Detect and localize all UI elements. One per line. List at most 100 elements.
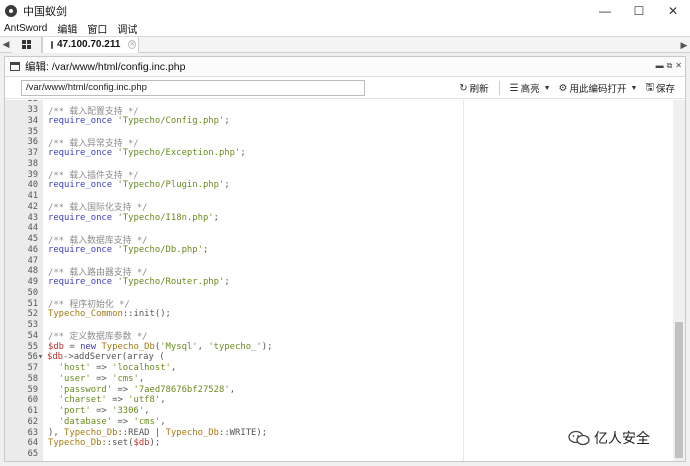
code-token: 'cms': [112, 373, 139, 384]
code-token: =>: [112, 395, 129, 406]
code-line: 49 require_once 'Typecho/Router.php';: [5, 277, 673, 288]
code-line: 34 require_once 'Typecho/Config.php';: [5, 116, 673, 127]
menu-edit[interactable]: 编辑: [52, 21, 82, 36]
line-number: 48: [27, 266, 38, 277]
line-code: /** 载入路由器支持 */: [43, 265, 148, 278]
editor-panel-header: 编辑: /var/www/html/config.inc.php ▬ ⧉ ✕: [5, 57, 685, 77]
code-token: new: [80, 341, 102, 352]
code-line: 62 'database' => 'cms',: [5, 417, 673, 428]
code-line: 48 /** 载入路由器支持 */: [5, 265, 673, 278]
code-editor[interactable]: 3233 /** 载入配置支持 */ 34 require_once 'Typecho…: [5, 100, 673, 461]
line-number: 45: [27, 234, 38, 245]
code-token: Typecho_Db: [64, 427, 118, 438]
line-code: 'host' => 'localhost',: [43, 363, 177, 373]
menu-debug[interactable]: 调试: [112, 21, 142, 36]
code-token: =>: [96, 406, 113, 417]
code-token: ;: [224, 180, 230, 191]
code-token: ::set(: [101, 438, 134, 449]
code-token: 'database': [48, 416, 118, 427]
code-token: ;: [240, 148, 246, 159]
code-token: 'Typecho/I18n.php': [117, 212, 214, 223]
code-token: ::READ |: [117, 427, 166, 438]
line-code: Typecho_Db::set($db);: [43, 438, 160, 448]
line-number: 39: [27, 169, 38, 180]
code-line: 56▾ $db->addServer(array (: [5, 352, 673, 363]
tab-close-icon[interactable]: ✕: [128, 40, 137, 49]
editor-scrollbar[interactable]: [673, 100, 685, 461]
toolbar-divider: [498, 81, 500, 95]
line-code: require_once 'Typecho/Config.php';: [43, 116, 230, 126]
code-token: =>: [117, 416, 134, 427]
tab-home[interactable]: [12, 36, 42, 53]
panel-minimize-icon[interactable]: ▬: [656, 61, 664, 71]
minimize-icon[interactable]: —: [588, 0, 622, 21]
line-number: 33: [27, 105, 38, 116]
tab-scroll-left-icon[interactable]: ◀: [0, 36, 12, 53]
line-number: 44: [27, 223, 38, 234]
menu-antsword[interactable]: AntSword: [0, 23, 52, 34]
code-token: ,: [160, 416, 166, 427]
line-code: 'password' => '7aed78676bf27528',: [43, 385, 235, 395]
line-code: /** 载入配置支持 */: [43, 104, 139, 117]
code-token: '3306': [112, 406, 145, 417]
tab-bar: ◀ 47.100.70.211 ✕ ▶: [0, 36, 690, 53]
editor-toolbar: ↻ 刷新 ☰ 高亮 ▼ ⚙ 用此编码打开 ▼ 🖫 保存: [5, 77, 685, 99]
code-line: 51 /** 程序初始化 */: [5, 298, 673, 311]
code-lines: 3233 /** 载入配置支持 */ 34 require_once 'Typecho…: [5, 100, 673, 460]
window-edit-icon: [10, 62, 20, 71]
code-line: 40 require_once 'Typecho/Plugin.php';: [5, 180, 673, 191]
tab-host-label: 47.100.70.211: [57, 39, 121, 50]
wechat-icon: [568, 430, 590, 446]
line-number: 57: [27, 363, 38, 374]
code-line: 33 /** 载入配置支持 */: [5, 104, 673, 117]
code-token: $db: [47, 352, 64, 363]
line-number: 59: [27, 384, 38, 395]
highlight-dropdown[interactable]: ☰ 高亮 ▼: [506, 80, 555, 96]
refresh-icon: ↻: [459, 82, 468, 94]
line-number: 64: [27, 438, 38, 449]
tab-scroll-right-icon[interactable]: ▶: [678, 37, 690, 54]
grid-icon: [22, 40, 31, 49]
refresh-label: 刷新: [469, 84, 489, 95]
code-token: ->addServer(array (: [63, 352, 165, 363]
code-token: require_once: [48, 148, 118, 159]
refresh-button[interactable]: ↻ 刷新: [455, 80, 492, 96]
code-token: ,: [229, 384, 236, 395]
encoding-icon: ⚙: [558, 82, 568, 94]
menu-window[interactable]: 窗口: [82, 21, 112, 36]
line-code: 'port' => '3306',: [43, 406, 150, 416]
panel-restore-icon[interactable]: ⧉: [667, 61, 673, 71]
code-token: require_once: [48, 212, 118, 223]
code-token: 'charset': [48, 395, 113, 406]
line-number: 40: [27, 180, 38, 191]
line-code: $db->addServer(array (: [43, 352, 165, 362]
panel-close-icon[interactable]: ✕: [675, 61, 682, 71]
code-token: 'utf8': [128, 395, 161, 406]
code-line: 61 'port' => '3306',: [5, 406, 673, 417]
window-titlebar: 中国蚁剑 — ☐ ✕: [0, 0, 690, 21]
watermark: 亿人安全: [568, 428, 650, 448]
code-token: '7aed78676bf27528': [133, 384, 230, 395]
maximize-icon[interactable]: ☐: [622, 0, 656, 21]
code-token: =: [64, 341, 81, 352]
tab-host[interactable]: 47.100.70.211 ✕: [42, 36, 139, 53]
line-number: 36: [27, 137, 38, 148]
code-token: $db: [133, 438, 150, 449]
code-token: 'Typecho/Exception.php': [117, 148, 241, 159]
encoding-dropdown[interactable]: ⚙ 用此编码打开 ▼: [555, 80, 642, 96]
line-code: require_once 'Typecho/I18n.php';: [43, 213, 219, 223]
code-token: );: [261, 341, 273, 352]
save-button[interactable]: 🖫 保存: [641, 80, 679, 96]
code-line: 52 Typecho_Common::init();: [5, 309, 673, 320]
scrollbar-thumb[interactable]: [675, 322, 683, 458]
line-number: 61: [27, 406, 38, 417]
chevron-down-icon: ▼: [630, 84, 638, 92]
line-number: 55: [27, 341, 38, 352]
line-code: Typecho_Common::init();: [43, 309, 171, 319]
file-path-input[interactable]: [21, 79, 365, 96]
code-line: 55 $db = new Typecho_Db('Mysql', 'typecho…: [5, 341, 673, 352]
code-line: 43 require_once 'Typecho/I18n.php';: [5, 212, 673, 223]
save-label: 保存: [655, 84, 675, 95]
close-icon[interactable]: ✕: [656, 0, 690, 21]
code-token: =>: [117, 384, 134, 395]
